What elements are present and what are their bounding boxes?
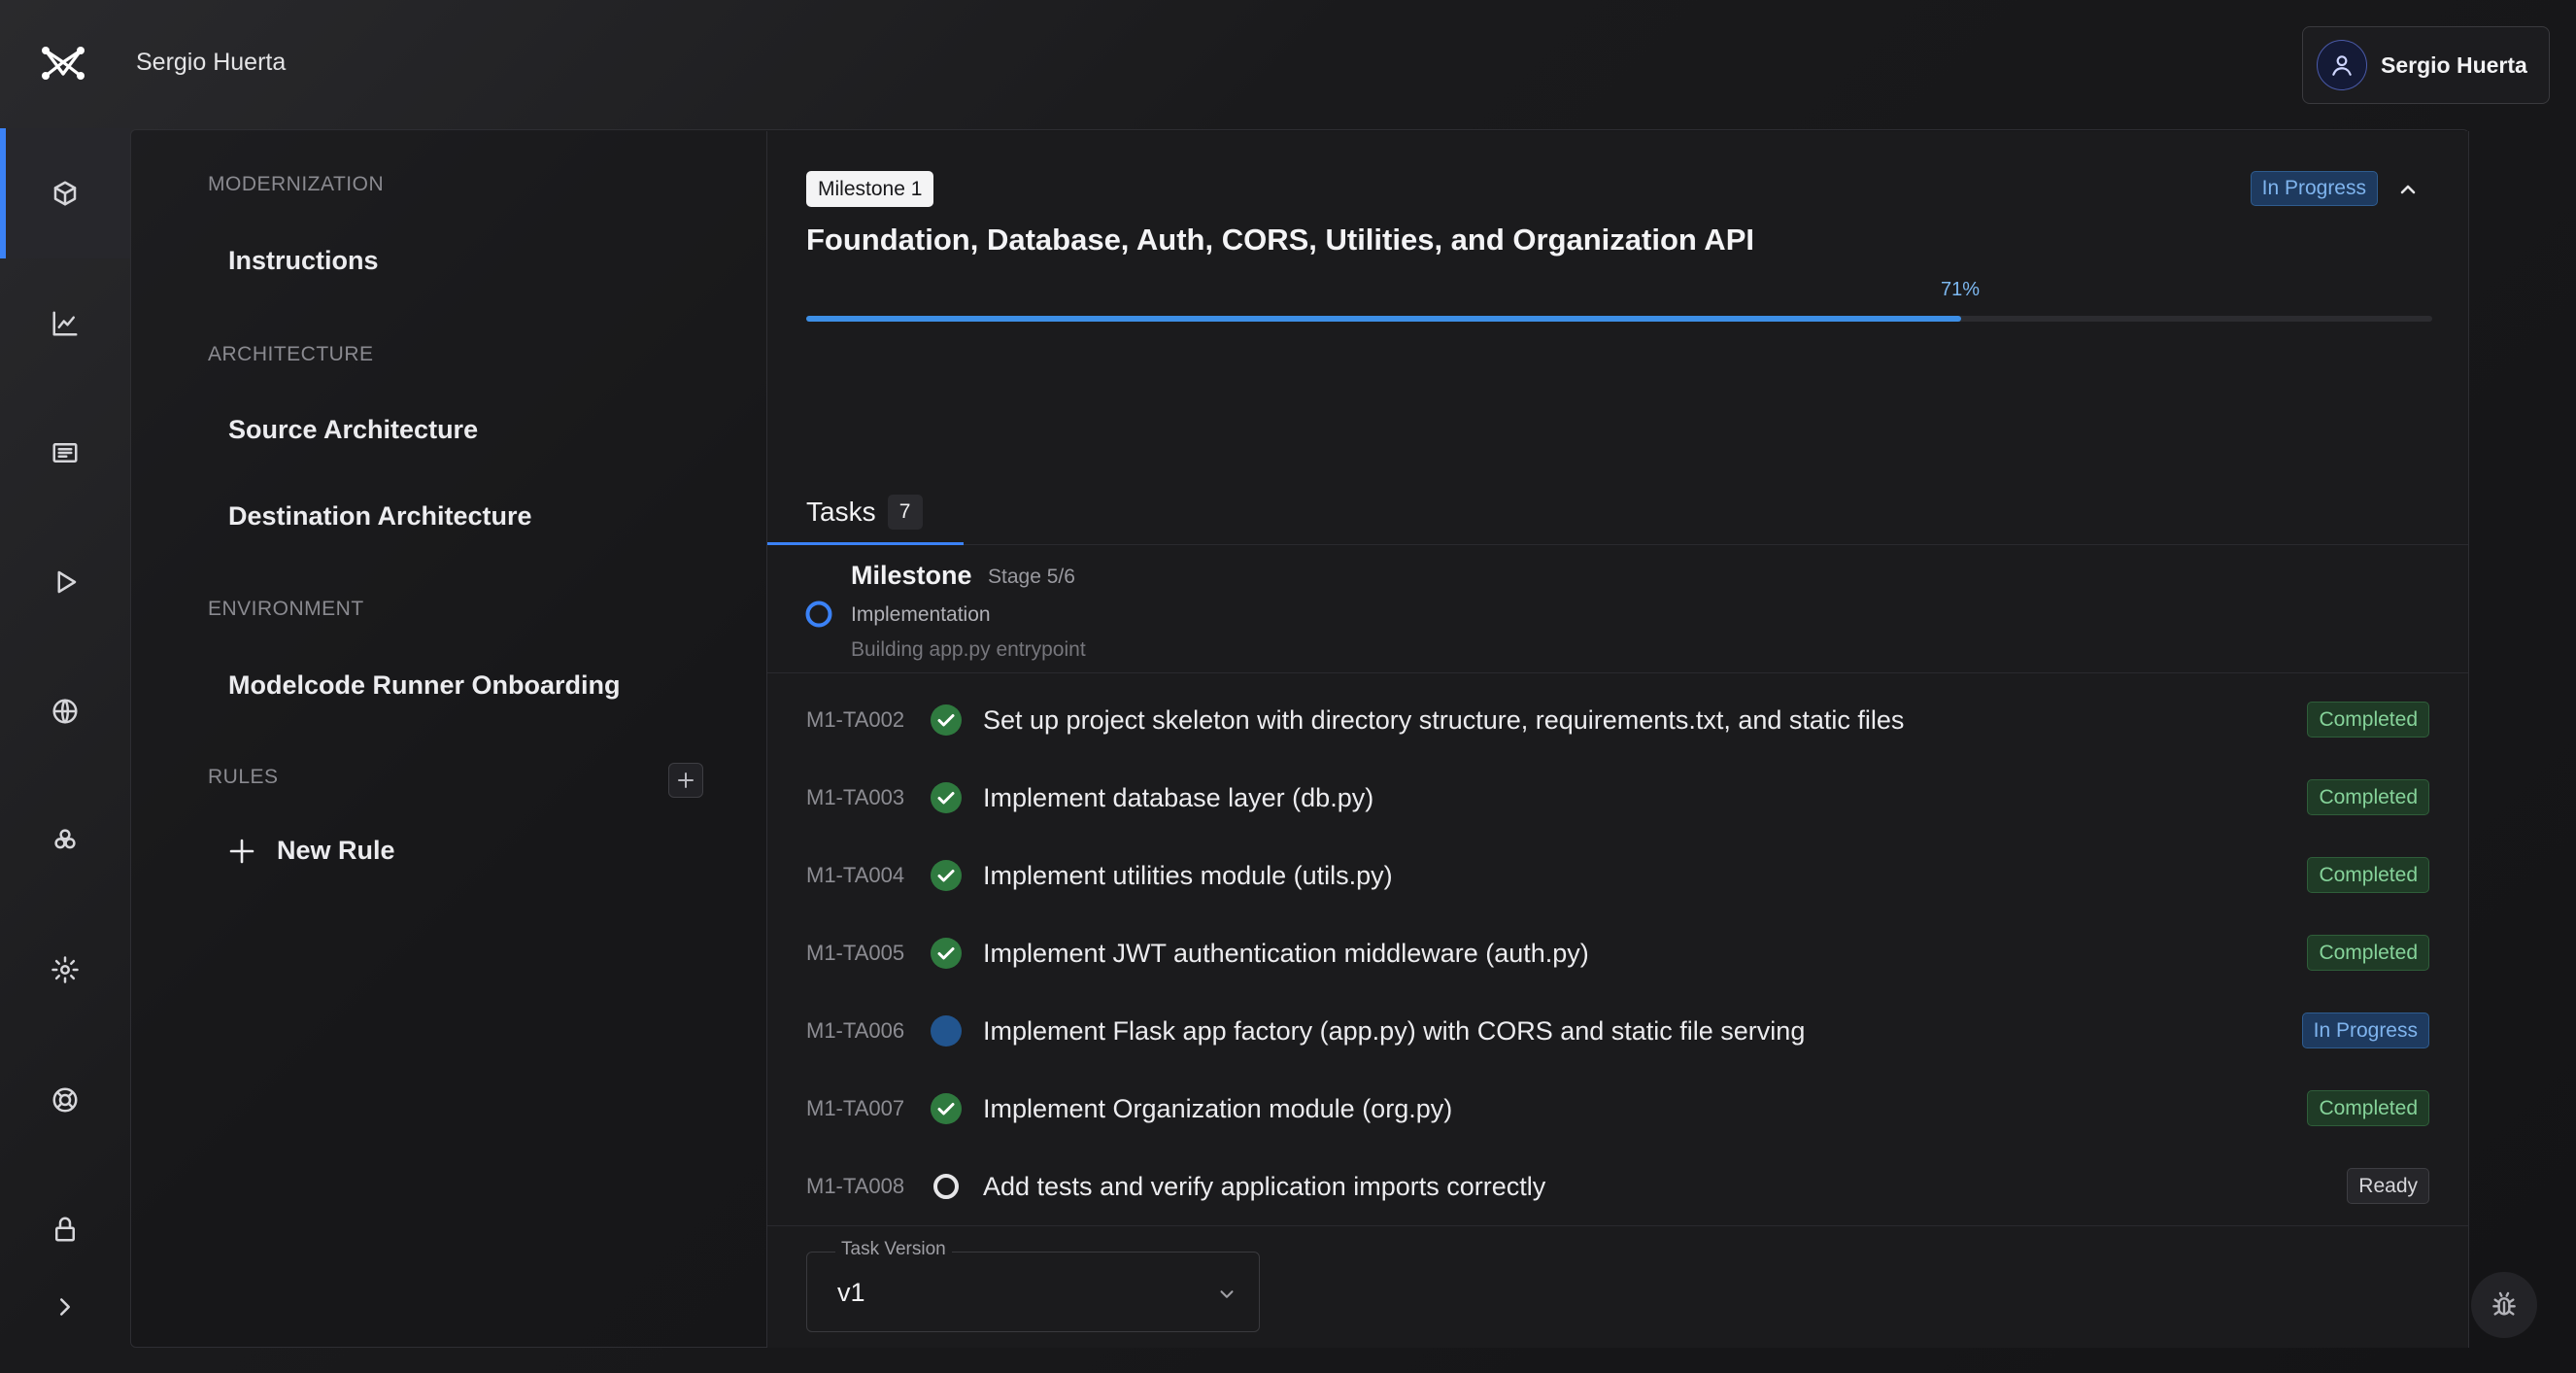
app-logo-icon[interactable] bbox=[41, 45, 85, 82]
task-id: M1-TA005 bbox=[806, 941, 905, 965]
nav-item-destination-architecture[interactable]: Destination Architecture bbox=[228, 501, 532, 532]
nav-item-runner-onboarding[interactable]: Modelcode Runner Onboarding bbox=[228, 670, 621, 701]
stage-detail: Building app.py entrypoint bbox=[851, 638, 1086, 661]
task-row[interactable]: M1-TA004 Implement utilities module (uti… bbox=[767, 837, 2468, 914]
nav-section-modernization: MODERNIZATION bbox=[208, 173, 385, 195]
chevron-right-icon bbox=[60, 1298, 70, 1316]
nav-section-architecture: ARCHITECTURE bbox=[208, 343, 374, 365]
task-row[interactable]: M1-TA005 Implement JWT authentication mi… bbox=[767, 914, 2468, 992]
task-status-badge: In Progress bbox=[2301, 1013, 2429, 1048]
task-status-badge: Completed bbox=[2307, 1090, 2429, 1126]
check-circle-icon bbox=[931, 782, 962, 813]
new-rule-link[interactable]: New Rule bbox=[228, 836, 395, 866]
progress-fill bbox=[806, 316, 1961, 322]
check-circle-icon bbox=[931, 704, 962, 736]
rail-item-run[interactable] bbox=[0, 517, 130, 647]
plus-icon bbox=[678, 772, 694, 788]
check-circle-icon bbox=[931, 1093, 962, 1124]
task-id: M1-TA007 bbox=[806, 1096, 905, 1120]
tab-tasks-count: 7 bbox=[887, 494, 923, 530]
task-title: Implement database layer (db.py) bbox=[983, 782, 1374, 812]
task-row[interactable]: M1-TA007 Implement Organization module (… bbox=[767, 1070, 2468, 1148]
play-icon bbox=[57, 570, 77, 594]
rail-item-settings[interactable] bbox=[0, 905, 130, 1035]
progress-percent: 71% bbox=[1941, 279, 1981, 300]
milestone-status-badge: In Progress bbox=[2250, 171, 2378, 206]
chevron-up-icon[interactable] bbox=[2396, 178, 2420, 201]
avatar bbox=[2317, 40, 2367, 90]
nav-section-rules: RULES bbox=[208, 766, 279, 788]
chart-line-icon bbox=[52, 311, 78, 336]
task-title: Implement utilities module (utils.py) bbox=[983, 860, 1393, 890]
chevron-down-icon bbox=[1220, 1290, 1234, 1298]
task-version-select[interactable] bbox=[806, 1252, 1260, 1332]
lock-icon bbox=[55, 1217, 75, 1242]
settings-nav: MODERNIZATION Instructions ARCHITECTURE … bbox=[130, 129, 766, 1348]
top-header: Sergio Huerta Sergio Huerta bbox=[0, 0, 2576, 128]
task-title: Add tests and verify application imports… bbox=[983, 1171, 1546, 1201]
user-name: Sergio Huerta bbox=[2381, 51, 2527, 78]
milestone-title: Foundation, Database, Auth, CORS, Utilit… bbox=[806, 223, 1754, 257]
add-rule-button[interactable] bbox=[668, 763, 703, 798]
task-id: M1-TA004 bbox=[806, 863, 905, 887]
cube-icon bbox=[53, 181, 77, 206]
rail-item-analytics[interactable] bbox=[0, 258, 130, 389]
nav-item-source-architecture[interactable]: Source Architecture bbox=[228, 415, 478, 445]
task-version-label: Task Version bbox=[835, 1239, 952, 1260]
user-menu-button[interactable]: Sergio Huerta bbox=[2302, 26, 2550, 104]
milestone-chip: Milestone 1 bbox=[806, 171, 934, 207]
stage-title: Milestone bbox=[851, 561, 972, 590]
stage-phase: Implementation bbox=[851, 603, 991, 626]
tab-tasks[interactable]: Tasks 7 bbox=[767, 481, 964, 545]
task-status-badge: Completed bbox=[2307, 779, 2429, 815]
plus-icon bbox=[229, 839, 254, 863]
nav-item-instructions[interactable]: Instructions bbox=[228, 246, 379, 276]
tabs-bar: Tasks 7 bbox=[767, 481, 2468, 545]
task-version-value: v1 bbox=[837, 1278, 865, 1307]
debug-button[interactable] bbox=[2471, 1272, 2537, 1338]
task-title: Implement Organization module (org.py) bbox=[983, 1093, 1453, 1123]
users-icon bbox=[54, 829, 76, 849]
rail-expand-button[interactable] bbox=[0, 1242, 130, 1372]
globe-icon bbox=[52, 699, 78, 724]
task-title: Set up project skeleton with directory s… bbox=[983, 704, 1905, 735]
tab-tasks-label: Tasks bbox=[806, 496, 876, 527]
task-title: Implement JWT authentication middleware … bbox=[983, 938, 1589, 968]
task-status-badge: Completed bbox=[2307, 857, 2429, 893]
rail-item-news[interactable] bbox=[0, 388, 130, 518]
task-status-badge: Completed bbox=[2307, 935, 2429, 971]
task-title: Implement Flask app factory (app.py) wit… bbox=[983, 1015, 1806, 1046]
task-status-badge: Ready bbox=[2347, 1168, 2429, 1204]
nav-section-environment: ENVIRONMENT bbox=[208, 598, 364, 620]
bug-icon bbox=[2492, 1291, 2516, 1316]
ready-ring-icon bbox=[933, 1174, 959, 1199]
newspaper-icon bbox=[52, 443, 78, 463]
task-row[interactable]: M1-TA002 Set up project skeleton with di… bbox=[767, 681, 2468, 759]
task-row[interactable]: M1-TA003 Implement database layer (db.py… bbox=[767, 759, 2468, 837]
stage-counter: Stage 5/6 bbox=[988, 566, 1075, 588]
new-rule-label: New Rule bbox=[277, 836, 395, 865]
workspace-name: Sergio Huerta bbox=[136, 49, 287, 76]
check-circle-icon bbox=[931, 938, 962, 969]
stage-progress-ring-icon bbox=[805, 601, 832, 628]
task-status-badge: Completed bbox=[2307, 702, 2429, 738]
user-icon bbox=[2332, 55, 2352, 76]
progress-bar bbox=[806, 316, 2432, 322]
left-rail bbox=[0, 128, 130, 1373]
gear-icon bbox=[51, 956, 79, 983]
task-row[interactable]: M1-TA008 Add tests and verify applicatio… bbox=[767, 1148, 2468, 1225]
in-progress-dot-icon bbox=[931, 1015, 962, 1047]
task-id: M1-TA008 bbox=[806, 1174, 905, 1198]
rail-item-support[interactable] bbox=[0, 1035, 130, 1165]
rail-item-web[interactable] bbox=[0, 646, 130, 776]
check-circle-icon bbox=[931, 860, 962, 891]
task-id: M1-TA002 bbox=[806, 707, 905, 732]
milestone-panel: Milestone 1 In Progress Foundation, Data… bbox=[766, 131, 2469, 1348]
rail-item-cube[interactable] bbox=[0, 128, 130, 258]
lifebuoy-icon bbox=[52, 1087, 78, 1113]
task-row[interactable]: M1-TA006 Implement Flask app factory (ap… bbox=[767, 992, 2468, 1070]
rail-item-team[interactable] bbox=[0, 774, 130, 905]
task-id: M1-TA006 bbox=[806, 1018, 905, 1043]
task-id: M1-TA003 bbox=[806, 785, 905, 809]
